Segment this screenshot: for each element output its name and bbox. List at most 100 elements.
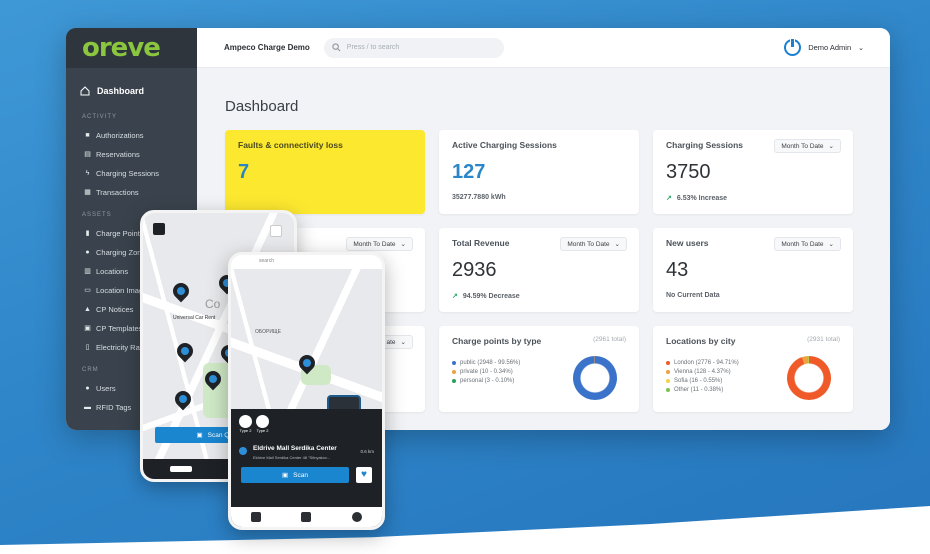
sidebar-item-label: CP Notices (96, 305, 134, 314)
legend-dot (666, 369, 670, 374)
legend-label: Sofia (16 - 0.55%) (674, 377, 723, 384)
map-search-bar[interactable]: search (231, 255, 382, 269)
period-dropdown[interactable]: Month To Date ⌄ (560, 237, 627, 251)
sidebar-item-label: Charge Points (96, 229, 144, 238)
connector-label: Type 2 (256, 428, 269, 433)
tag-icon: ▬ (84, 404, 91, 411)
sidebar-item-reservations[interactable]: ▤ Reservations (66, 145, 197, 164)
legend-dot (452, 369, 456, 374)
map-label: Universal Car Rent (173, 315, 216, 321)
trend-text: 94.59% Decrease (462, 293, 520, 300)
chevron-down-icon: ⌄ (828, 241, 834, 248)
card-total: (2961 total) (593, 336, 626, 343)
connector-item: Type 2 (239, 415, 252, 433)
card-value: 43 (666, 259, 689, 281)
menu-icon[interactable] (153, 223, 165, 235)
info-icon[interactable] (351, 512, 362, 522)
sidebar-item-dashboard[interactable]: Dashboard (66, 78, 197, 104)
trend-text: 6.53% Increase (676, 195, 728, 202)
period-dropdown[interactable]: Month To Date ⌄ (774, 139, 841, 153)
legend-dot (452, 360, 456, 365)
document-icon: ▯ (85, 344, 90, 351)
trend-icon: ↗ (452, 293, 458, 300)
lock-icon: ■ (85, 132, 90, 139)
new-users-card[interactable]: New users Month To Date ⌄ 43 No Current D… (653, 228, 853, 312)
qr-code-icon[interactable] (301, 512, 312, 522)
sidebar-section-activity: ACTIVITY (82, 114, 118, 120)
sidebar-item-label: Dashboard (97, 86, 145, 96)
bell-icon: ▲ (84, 306, 91, 313)
connector-item: Type 2 (256, 415, 269, 433)
legend-label: London (2776 - 94.71%) (674, 359, 739, 366)
scan-button[interactable]: ▣ Scan (241, 467, 349, 483)
search-input[interactable]: Press / to search (323, 37, 504, 58)
sidebar-item-label: CP Templates (96, 324, 143, 333)
sidebar-item-label: Locations (96, 267, 129, 276)
dropdown-value: Month To Date (781, 240, 824, 248)
card-value: 7 (238, 161, 250, 183)
phone-bottom-nav (231, 507, 382, 527)
template-icon: ▣ (84, 325, 91, 332)
period-dropdown[interactable]: Month To Date ⌄ (774, 237, 841, 251)
legend-label: public (2948 - 99.56%) (460, 359, 521, 366)
search-placeholder: Press / to search (346, 44, 400, 51)
bolt-icon: ϟ (85, 170, 90, 177)
map-label: Co (205, 297, 221, 311)
period-dropdown[interactable]: Month To Date ⌄ (346, 237, 413, 251)
card-value: 127 (452, 161, 486, 183)
charging-sessions-card[interactable]: Charging Sessions Month To Date ⌄ 3750 ↗ 6… (653, 130, 853, 214)
sidebar-item-label: Users (96, 384, 116, 393)
type2-connector-icon (239, 415, 252, 428)
page-title: Dashboard (225, 98, 299, 115)
card-subtext: ↗ 6.53% Increase (666, 194, 840, 202)
topbar: Ampeco Charge Demo Press / to search Dem… (197, 28, 890, 68)
card-subtext: ↗ 94.59% Decrease (452, 292, 626, 300)
sidebar-item-authorizations[interactable]: ■ Authorizations (66, 126, 197, 145)
qr-icon: ▣ (196, 432, 203, 439)
button-label: Scan (293, 471, 308, 479)
cp-by-type-card[interactable]: Charge points by type (2961 total) publi… (439, 326, 639, 412)
transactions-icon: ▦ (84, 189, 91, 196)
logo[interactable]: oreve (82, 33, 161, 63)
legend-dot (666, 387, 670, 392)
station-address: Eldrive Mall Serdika Center 48 "Sitnyako… (253, 455, 330, 460)
card-subtext: No Current Data (666, 292, 720, 299)
user-menu[interactable]: Demo Admin ⌄ (784, 38, 864, 56)
sidebar-item-charging-sessions[interactable]: ϟ Charging Sessions (66, 164, 197, 183)
legend-label: Other (11 - 0.38%) (674, 386, 724, 393)
dropdown-value: ate (386, 338, 396, 346)
legend-label: Vienna (128 - 4.37%) (674, 368, 731, 375)
sidebar-item-transactions[interactable]: ▦ Transactions (66, 183, 197, 202)
favorite-heart-icon[interactable]: ♥ (356, 467, 372, 483)
active-sessions-card[interactable]: Active Charging Sessions 127 35277.7880 … (439, 130, 639, 214)
legend-dot (666, 360, 670, 365)
phone-front: search ОБОРИЩЕ Type 2 Type 2 Eldrive Mal… (228, 252, 385, 530)
type2-connector-icon (256, 415, 269, 428)
qr-icon: ▣ (282, 472, 289, 479)
dropdown-value: Month To Date (353, 240, 396, 248)
station-icon (239, 447, 247, 455)
total-revenue-card[interactable]: Total Revenue Month To Date ⌄ 2936 ↗ 94.59… (439, 228, 639, 312)
city-icon: ▥ (84, 268, 91, 275)
sidebar-item-label: RFID Tags (96, 403, 132, 412)
station-card[interactable]: Type 2 Type 2 Eldrive Mall Serdika Cente… (231, 409, 382, 527)
profile-icon[interactable] (251, 512, 262, 522)
location-pin-icon: ● (85, 249, 90, 256)
locations-by-city-card[interactable]: Locations by city (2931 total) London (2… (653, 326, 853, 412)
legend-label: private (10 - 0.34%) (460, 368, 513, 375)
image-icon: ▭ (84, 287, 91, 294)
home-icon (80, 86, 90, 96)
dropdown-value: Month To Date (567, 240, 610, 248)
org-name[interactable]: Ampeco Charge Demo (224, 43, 310, 52)
sidebar-item-label: Transactions (96, 188, 139, 197)
power-icon (784, 38, 802, 56)
donut-chart (573, 356, 617, 400)
users-icon: ● (85, 385, 90, 392)
search-icon (332, 43, 341, 52)
layers-icon[interactable] (270, 225, 282, 237)
map-label: ОБОРИЩЕ (255, 329, 281, 335)
dropdown-value: Month To Date (781, 142, 824, 150)
trend-up-icon: ↗ (666, 195, 672, 202)
faults-card[interactable]: Faults & connectivity loss 7 (225, 130, 425, 214)
car-icon[interactable] (169, 466, 192, 472)
